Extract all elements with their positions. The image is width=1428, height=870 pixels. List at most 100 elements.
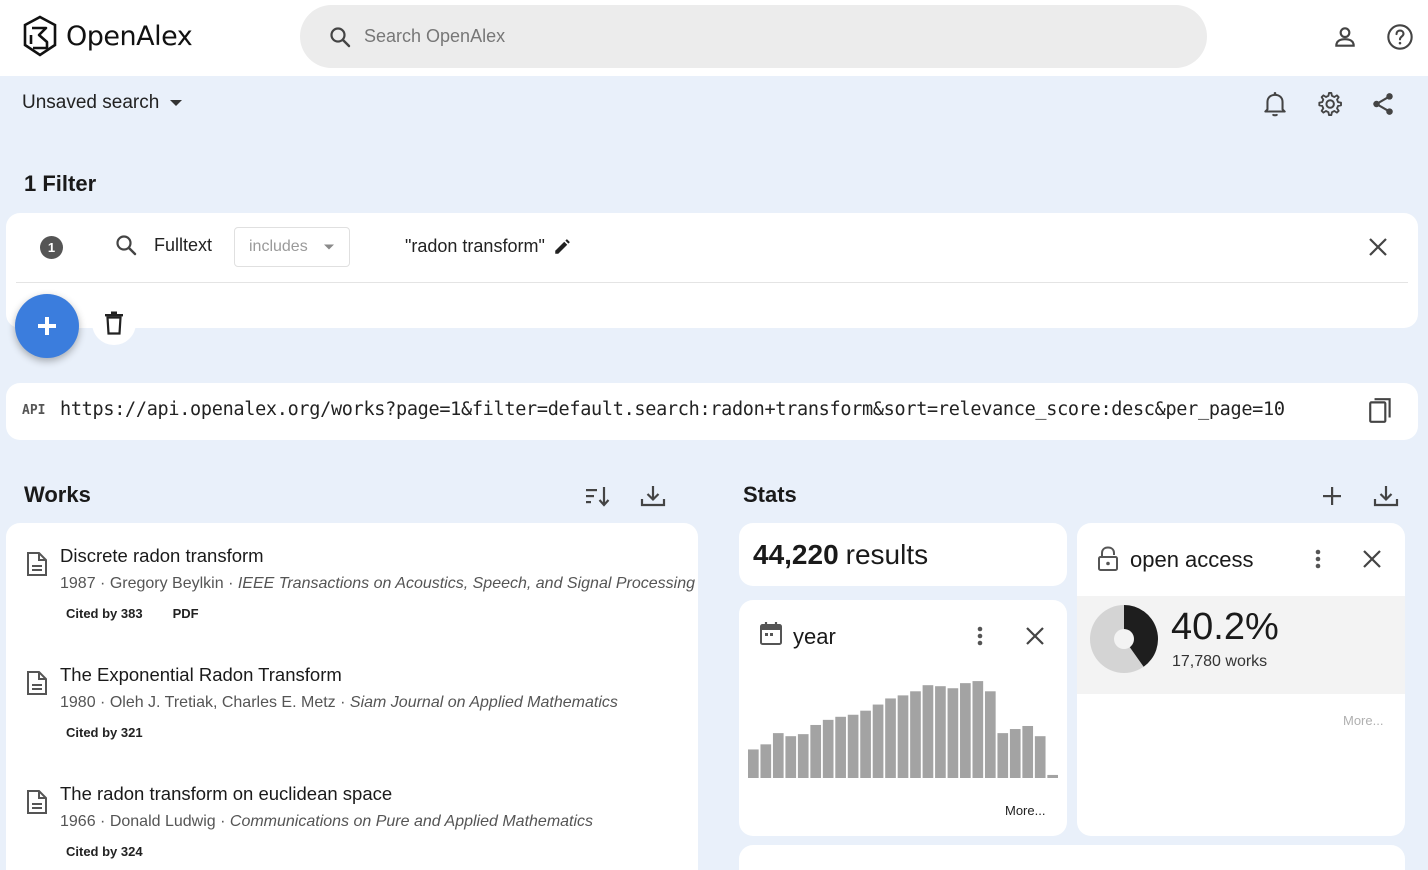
histogram-bar[interactable] <box>822 719 834 778</box>
filter-value-text: "radon transform" <box>405 236 545 256</box>
histogram-bar[interactable] <box>797 734 809 778</box>
more-vert-icon[interactable] <box>1306 547 1330 571</box>
search-bar[interactable] <box>300 5 1207 68</box>
list-item: Discrete radon transform 1987 · Gregory … <box>6 523 698 641</box>
more-vert-icon[interactable] <box>968 624 992 648</box>
work-venue[interactable]: IEEE Transactions on Acoustics, Speech, … <box>238 575 695 592</box>
work-venue[interactable]: Communications on Pure and Applied Mathe… <box>230 813 593 830</box>
filter-operator-value: includes <box>249 238 308 255</box>
works-heading: Works <box>24 482 91 507</box>
histogram-bar[interactable] <box>947 688 959 778</box>
histogram-bar[interactable] <box>960 683 971 778</box>
account-icon[interactable] <box>1330 22 1360 52</box>
document-icon <box>27 552 47 576</box>
work-year: 1987 <box>60 575 96 592</box>
filter-number-badge: 1 <box>40 236 63 259</box>
saved-search-dropdown[interactable]: Unsaved search <box>22 92 183 114</box>
close-icon[interactable] <box>1023 624 1047 648</box>
help-icon[interactable] <box>1385 22 1415 52</box>
histogram-bar[interactable] <box>1047 774 1058 778</box>
filter-value[interactable]: "radon transform" <box>405 236 571 257</box>
histogram-bar[interactable] <box>810 724 822 778</box>
histogram-bar[interactable] <box>935 686 946 778</box>
download-icon[interactable] <box>1371 481 1401 511</box>
api-label: API <box>22 403 46 418</box>
histogram-bar[interactable] <box>860 710 871 778</box>
open-access-summary: 40.2% 17,780 works <box>1077 596 1405 694</box>
top-bar: OpenAlex <box>0 0 1428 76</box>
work-title-link[interactable]: The Exponential Radon Transform <box>60 664 342 686</box>
list-item: The Exponential Radon Transform 1980 · O… <box>6 642 698 760</box>
search-icon <box>330 26 351 47</box>
gear-icon[interactable] <box>1314 89 1344 119</box>
pencil-icon[interactable] <box>553 238 571 256</box>
search-icon <box>116 235 137 256</box>
cited-by-link[interactable]: Cited by 324 <box>66 844 143 859</box>
year-stat-card: year More... <box>739 600 1067 836</box>
histogram-bar[interactable] <box>772 733 784 778</box>
open-access-stat-card: open access 40.2% 17,780 works More... <box>1077 523 1405 836</box>
filter-heading: 1 Filter <box>24 171 97 196</box>
remove-filter-icon[interactable] <box>1366 235 1390 259</box>
histogram-bar[interactable] <box>922 685 934 778</box>
bell-icon[interactable] <box>1260 89 1290 119</box>
histogram-bar[interactable] <box>972 681 984 778</box>
histogram-bar[interactable] <box>897 695 909 778</box>
histogram-bar[interactable] <box>984 691 996 778</box>
filter-operator-select[interactable]: includes <box>234 227 350 267</box>
copy-icon[interactable] <box>1368 397 1394 425</box>
histogram-bar[interactable] <box>748 749 759 778</box>
year-more-link[interactable]: More... <box>1005 803 1045 818</box>
download-icon[interactable] <box>638 481 668 511</box>
open-access-works-count: 17,780 works <box>1172 653 1268 670</box>
year-histogram <box>748 681 1058 778</box>
histogram-bar[interactable] <box>997 733 1009 778</box>
filter-field-label: Fulltext <box>154 235 213 255</box>
work-year: 1966 <box>60 813 96 830</box>
pdf-link[interactable]: PDF <box>173 606 199 621</box>
add-filter-button[interactable] <box>15 294 79 358</box>
histogram-bar[interactable] <box>835 716 846 778</box>
logo-text: OpenAlex <box>66 20 193 52</box>
work-authors[interactable]: Gregory Beylkin <box>110 575 224 592</box>
stats-heading: Stats <box>743 482 797 507</box>
close-icon[interactable] <box>1360 547 1384 571</box>
histogram-bar[interactable] <box>785 736 797 778</box>
open-access-pie-chart <box>1090 605 1159 673</box>
histogram-bar[interactable] <box>1009 729 1021 778</box>
work-authors[interactable]: Donald Ludwig <box>110 813 216 830</box>
sort-icon[interactable] <box>583 481 613 511</box>
openalex-logo-icon <box>23 15 57 57</box>
search-input[interactable] <box>364 26 1144 47</box>
open-access-more-link[interactable]: More... <box>1343 713 1383 728</box>
document-icon <box>27 671 47 695</box>
cited-by-link[interactable]: Cited by 383 <box>66 606 143 621</box>
calendar-icon <box>760 622 782 645</box>
caret-down-icon <box>324 244 334 250</box>
histogram-bar[interactable] <box>847 714 859 778</box>
document-icon <box>27 790 47 814</box>
histogram-bar[interactable] <box>760 744 772 778</box>
work-authors[interactable]: Oleh J. Tretiak, Charles E. Metz <box>110 694 336 711</box>
works-list: Discrete radon transform 1987 · Gregory … <box>6 523 698 870</box>
histogram-bar[interactable] <box>872 704 884 778</box>
histogram-bar[interactable] <box>885 698 896 778</box>
work-venue[interactable]: Siam Journal on Applied Mathematics <box>350 694 618 711</box>
stat-card-partial <box>739 845 1405 870</box>
histogram-bar[interactable] <box>1034 736 1046 778</box>
histogram-bar[interactable] <box>1022 725 1034 778</box>
work-meta: 1980 · Oleh J. Tretiak, Charles E. Metz … <box>60 694 618 711</box>
clear-filters-button[interactable] <box>92 301 136 345</box>
work-title-link[interactable]: Discrete radon transform <box>60 545 264 567</box>
histogram-bar[interactable] <box>910 691 921 778</box>
work-title-link[interactable]: The radon transform on euclidean space <box>60 783 392 805</box>
results-count-card: 44,220 results <box>739 523 1067 586</box>
api-url[interactable]: https://api.openalex.org/works?page=1&fi… <box>60 399 1285 420</box>
openalex-logo[interactable]: OpenAlex <box>22 15 193 57</box>
add-stat-icon[interactable] <box>1317 481 1347 511</box>
work-meta: 1987 · Gregory Beylkin · IEEE Transactio… <box>60 575 695 592</box>
share-icon[interactable] <box>1368 89 1398 119</box>
work-year: 1980 <box>60 694 96 711</box>
work-chips: Cited by 324 <box>66 844 143 859</box>
cited-by-link[interactable]: Cited by 321 <box>66 725 143 740</box>
